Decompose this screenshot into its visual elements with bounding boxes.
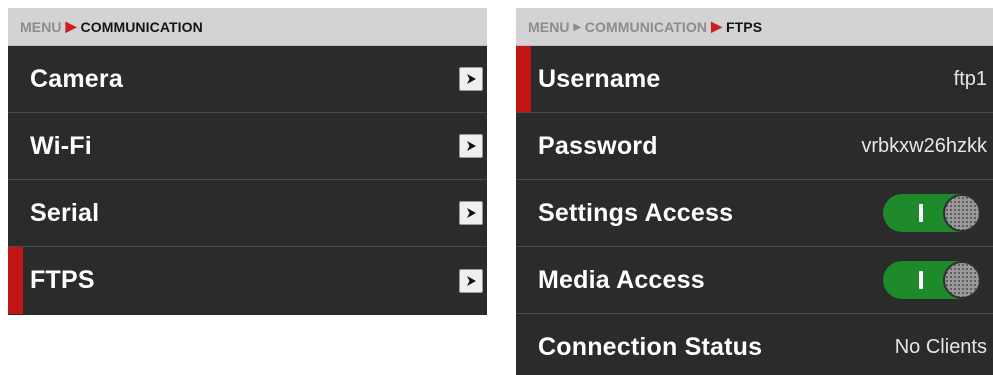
chevron-right-icon[interactable] <box>459 134 483 158</box>
breadcrumb-separator-icon: ▶ <box>65 18 77 34</box>
menu-item-label: Serial <box>30 198 100 227</box>
toggle-on-indicator <box>919 204 923 222</box>
setting-label: Username <box>538 64 661 93</box>
toggle-knob[interactable] <box>943 194 981 232</box>
connection-status-value: No Clients <box>894 336 987 358</box>
setting-row-password[interactable]: Password vrbkxw26hzkk <box>516 113 993 180</box>
menu-item-serial[interactable]: Serial <box>8 180 487 247</box>
breadcrumb: MENU ▶ COMMUNICATION <box>8 8 487 46</box>
communication-menu-panel: MENU ▶ COMMUNICATION Camera Wi-Fi Serial… <box>8 8 487 315</box>
breadcrumb-menu[interactable]: MENU <box>528 19 570 35</box>
setting-row-username[interactable]: Username ftp1 <box>516 46 993 113</box>
breadcrumb-current: COMMUNICATION <box>80 18 203 35</box>
menu-item-label: FTPS <box>30 266 95 294</box>
breadcrumb-separator-icon: ▶ <box>711 18 722 34</box>
chevron-right-icon[interactable] <box>459 268 483 293</box>
setting-row-connection-status: Connection Status No Clients <box>516 314 993 375</box>
setting-row-settings-access[interactable]: Settings Access <box>516 180 993 247</box>
breadcrumb-parent[interactable]: COMMUNICATION <box>585 19 707 35</box>
settings-access-toggle[interactable] <box>883 194 991 232</box>
toggle-on-indicator <box>919 271 923 289</box>
menu-item-camera[interactable]: Camera <box>8 46 487 113</box>
username-value[interactable]: ftp1 <box>954 68 987 91</box>
setting-label: Connection Status <box>538 333 763 361</box>
ftps-settings-panel: MENU ▸ COMMUNICATION ▶ FTPS Username ftp… <box>516 8 993 375</box>
menu-item-ftps[interactable]: FTPS <box>8 247 487 314</box>
setting-label: Settings Access <box>538 198 734 227</box>
menu-item-label: Camera <box>30 64 123 93</box>
breadcrumb-current: FTPS <box>726 18 763 35</box>
password-value[interactable]: vrbkxw26hzkk <box>861 135 987 158</box>
setting-row-media-access[interactable]: Media Access <box>516 247 993 314</box>
breadcrumb: MENU ▸ COMMUNICATION ▶ FTPS <box>516 8 993 46</box>
toggle-knob[interactable] <box>943 261 981 299</box>
breadcrumb-menu[interactable]: MENU <box>20 19 62 35</box>
media-access-toggle[interactable] <box>883 261 991 299</box>
menu-item-label: Wi-Fi <box>30 131 92 160</box>
chevron-right-icon[interactable] <box>459 67 483 91</box>
setting-label: Media Access <box>538 265 705 294</box>
menu-item-wifi[interactable]: Wi-Fi <box>8 113 487 180</box>
breadcrumb-separator-icon: ▸ <box>573 18 581 34</box>
setting-label: Password <box>538 131 658 160</box>
chevron-right-icon[interactable] <box>459 201 483 225</box>
